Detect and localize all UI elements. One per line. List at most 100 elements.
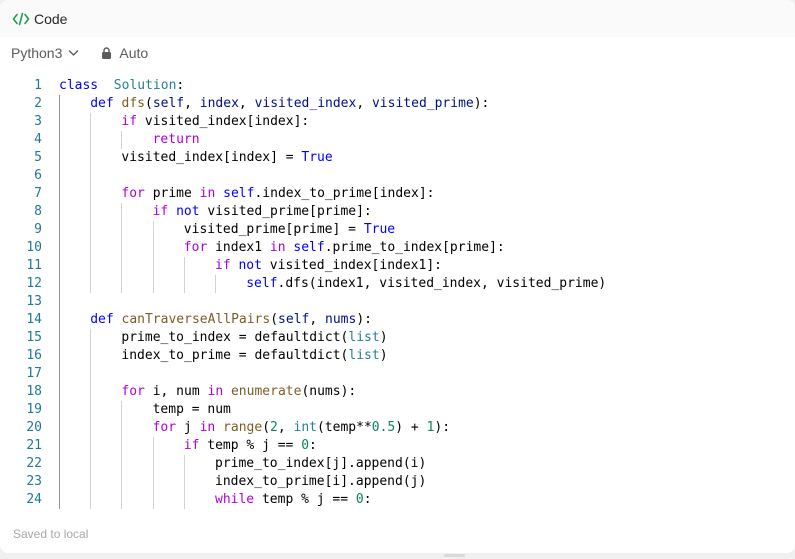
code-token: if [152,204,169,219]
indent-guide [121,275,123,293]
code-token: index [199,96,239,111]
code-line[interactable]: 1 class Solution: [0,77,795,95]
indent-guide [152,491,154,509]
code-line[interactable]: 2 def dfs(self, index, visited_index, vis… [0,95,795,113]
line-number: 17 [26,366,42,381]
code-line[interactable]: 8 if not visited_prime[prime]: [0,203,795,221]
indent-guide [59,167,60,185]
code-line[interactable]: 5 visited_index[index] = True [0,149,795,167]
code-text: index_to_prime[i].append(j) [215,473,426,491]
code-line[interactable]: 15 prime_to_index = defaultdict(list) [0,329,795,347]
indent-guide [59,437,60,455]
code-line[interactable]: 20 for j in range(2, int(temp**0.5) + 1): [0,419,795,437]
indent-guide [59,203,60,221]
indent-guide [90,473,92,491]
code-editor[interactable]: 1 class Solution: 2 def dfs(self, index, vi… [0,76,795,510]
code-icon [12,11,30,27]
code-line[interactable]: 23 index_to_prime[i].append(j) [0,473,795,491]
code-token: 0 [355,492,364,507]
code-text: visited_prime[prime] = True [184,221,395,239]
line-number: 8 [34,204,42,219]
code-token: temp % j == [254,492,356,507]
indent-guide [121,203,123,221]
code-line[interactable]: 18 for i, num in enumerate(nums): [0,383,795,401]
indent-guide [90,185,92,203]
indent-guide [90,329,92,347]
indent-guide [121,131,123,149]
save-status: Saved to local [13,527,89,541]
code-line[interactable]: 11 if not visited_index[index1]: [0,257,795,275]
indent-guide [59,239,60,257]
code-line[interactable]: 7 for prime in self.index_to_prime[index]… [0,185,795,203]
indent-guide [121,473,123,491]
indent-guide [90,239,92,257]
code-line[interactable]: 17 [0,365,795,383]
indent-guide [90,347,92,365]
indent-guide [90,149,92,167]
status-bar: Saved to local [0,523,795,547]
code-line[interactable]: 10 for index1 in self.prime_to_index[prim… [0,239,795,257]
line-number: 14 [26,312,42,327]
code-token: dfs [121,96,145,111]
code-line[interactable]: 13 [0,293,795,311]
code-token: , [238,96,255,111]
code-token: ) [379,330,388,345]
code-line[interactable]: 9 visited_prime[prime] = True [0,221,795,239]
code-token: in [199,186,216,201]
code-text: def canTraverseAllPairs(self, nums): [90,311,372,329]
code-text: visited_index[index] = True [121,149,332,167]
code-token: range [223,420,263,435]
indent-guide [59,257,60,275]
code-token: for [121,186,145,201]
indent-guide [90,491,92,509]
code-line[interactable]: 21 if temp % j == 0: [0,437,795,455]
code-token: ) [379,348,388,363]
line-number: 13 [26,294,42,309]
code-token: , [309,312,326,327]
language-select[interactable]: Python3 [11,45,79,61]
code-token: , [184,96,200,111]
code-panel: Code Python3 Auto 1 class Solution: 2 def d… [0,0,795,553]
code-line[interactable]: 24 while temp % j == 0: [0,491,795,509]
code-line[interactable]: 22 prime_to_index[j].append(i) [0,455,795,473]
code-line[interactable]: 12 self.dfs(index1, visited_index, visite… [0,275,795,293]
code-token: self [246,276,278,291]
code-token: , [356,96,372,111]
indent-guide [90,203,92,221]
indent-guide [152,455,154,473]
line-number: 23 [26,474,42,489]
indent-guide [183,257,185,275]
code-token: index1 [207,240,270,255]
code-line[interactable]: 4 return [0,131,795,149]
code-token: index_to_prime = defaultdict( [121,348,349,363]
line-number: 20 [26,420,42,435]
code-token: (temp** [316,420,372,435]
line-number: 1 [34,78,42,93]
code-token: visited_prime [371,96,474,111]
indent-guide [59,311,60,329]
code-token: visited_index[index]: [137,114,310,129]
indent-guide [59,221,60,239]
line-number: 2 [34,96,42,111]
code-token: list [348,330,380,345]
code-line[interactable]: 16 index_to_prime = defaultdict(list) [0,347,795,365]
indent-guide [152,473,154,491]
code-text: if not visited_prime[prime]: [153,203,372,221]
indent-guide [59,149,60,167]
code-line[interactable]: 19 temp = num [0,401,795,419]
code-token: prime [144,186,200,201]
code-line[interactable]: 14 def canTraverseAllPairs(self, nums): [0,311,795,329]
line-number: 3 [34,114,42,129]
indent-guide [152,239,154,257]
code-token: class [59,78,99,93]
code-line[interactable]: 3 if visited_index[index]: [0,113,795,131]
line-number: 22 [26,456,42,471]
code-token: (nums): [301,384,357,399]
indent-guide [59,347,60,365]
resize-handle[interactable] [444,554,465,557]
code-line[interactable]: 6 [0,167,795,185]
auto-mode[interactable]: Auto [101,45,148,61]
indent-guide [121,239,123,257]
code-token: def [90,312,114,327]
